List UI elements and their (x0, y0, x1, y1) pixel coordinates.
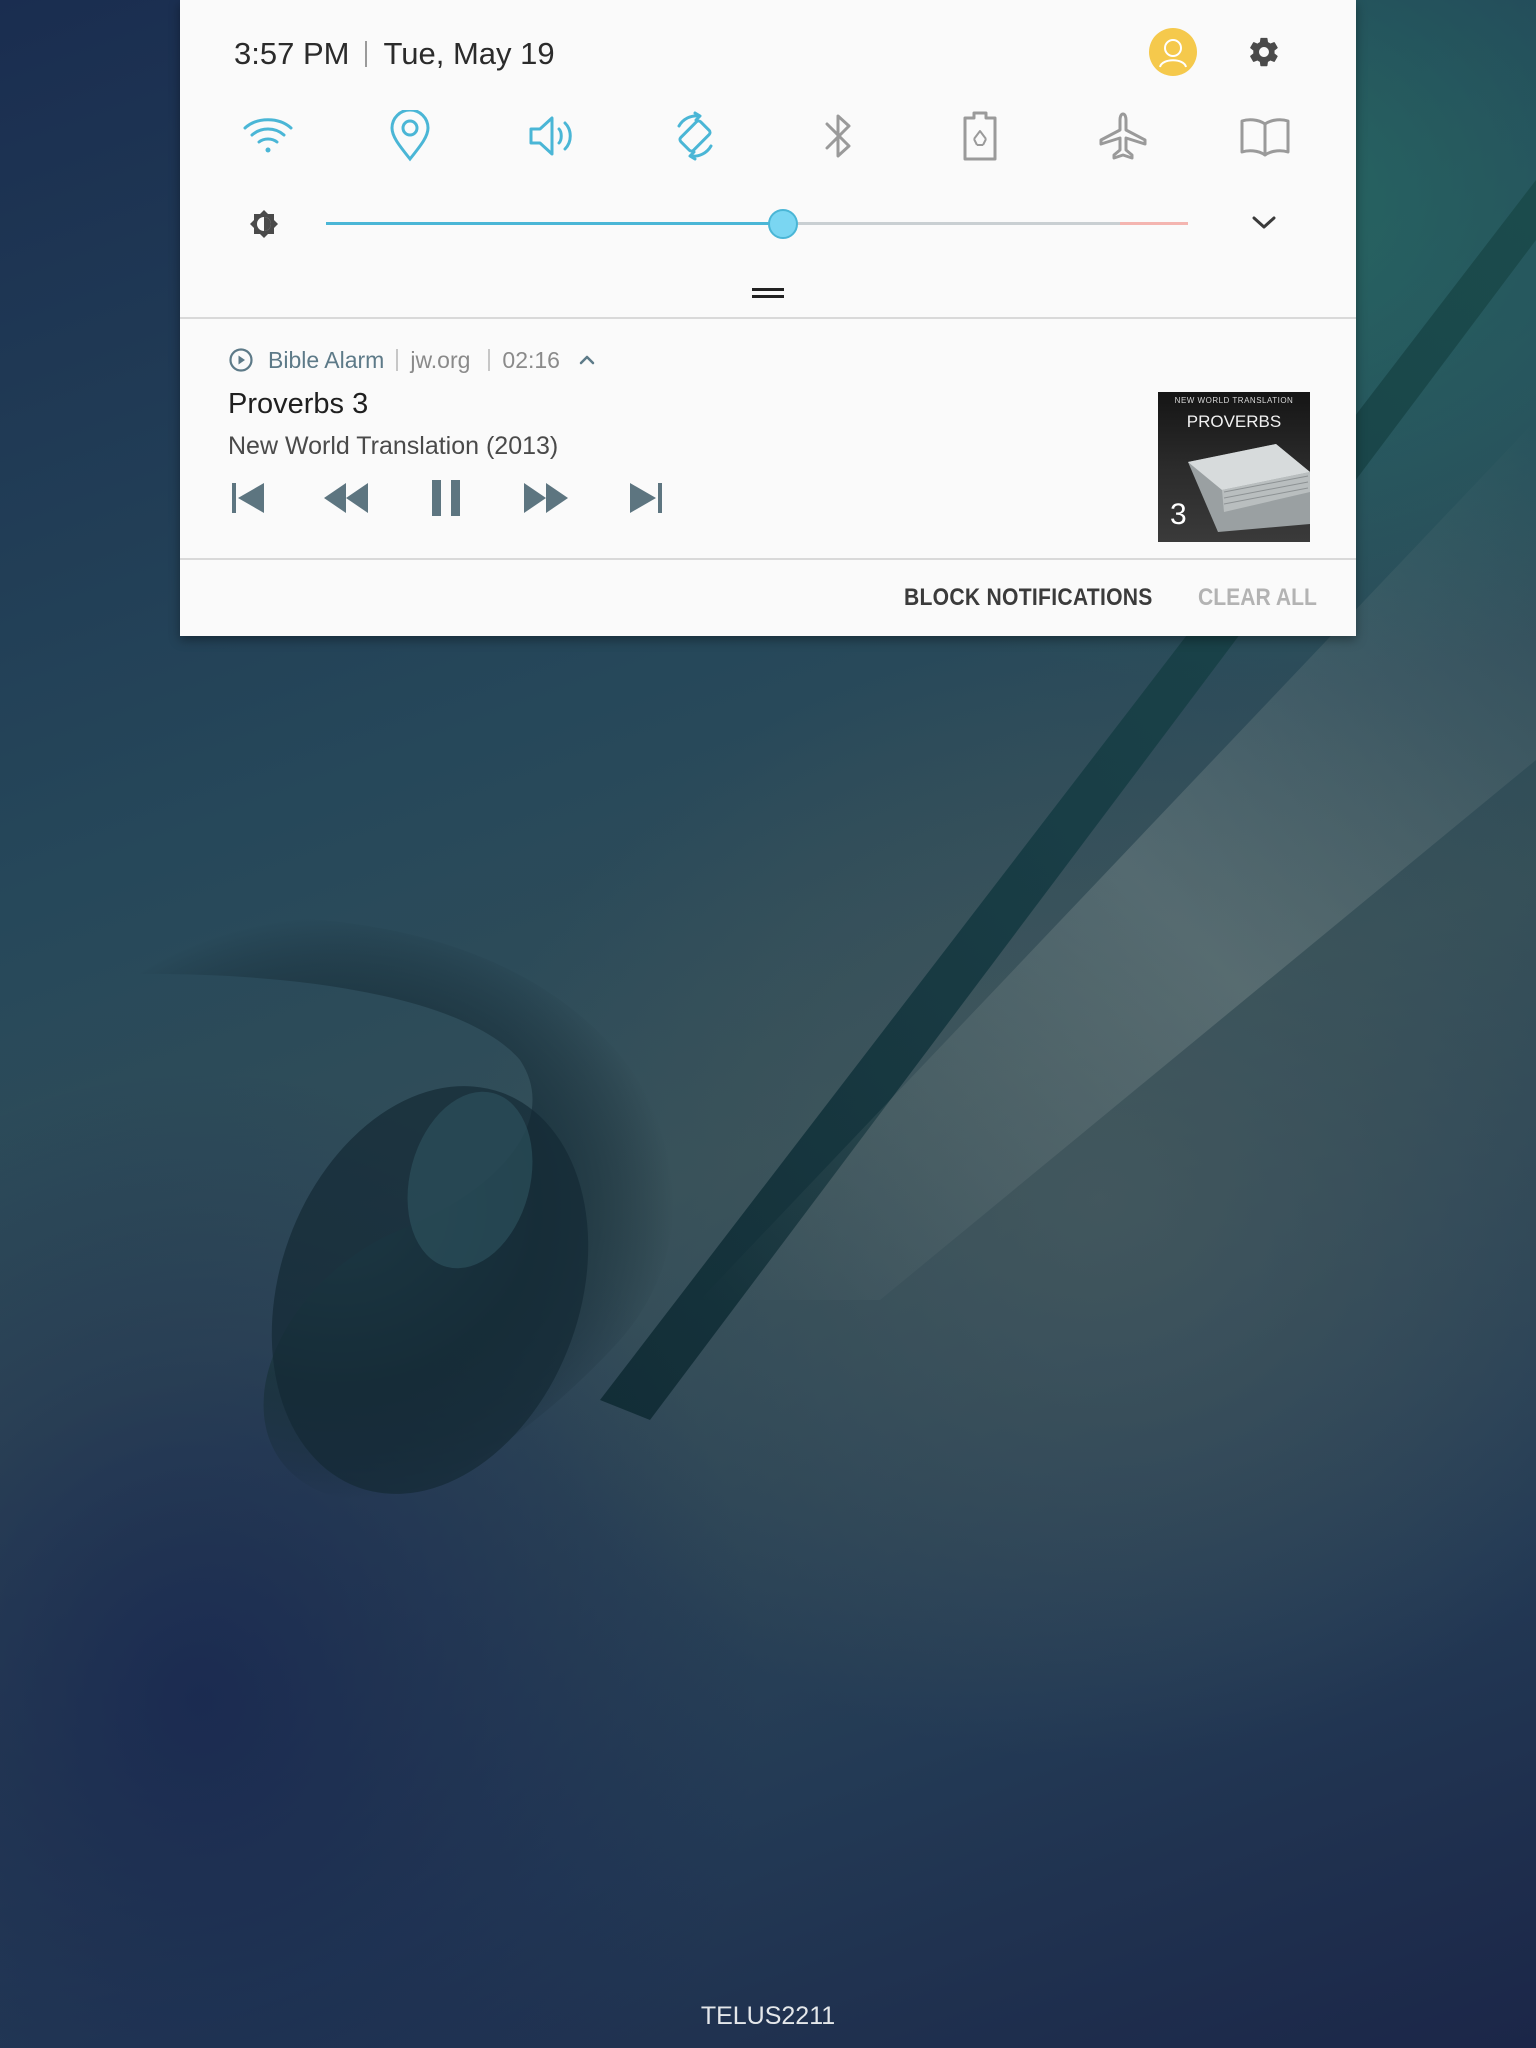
slider-fill (326, 222, 783, 225)
chevron-down-icon[interactable] (1248, 206, 1280, 238)
elapsed-time: 02:16 (502, 346, 560, 373)
media-notification[interactable]: Bible Alarm jw.org 02:16 Proverbs 3 New … (180, 320, 1356, 558)
auto-rotate-icon[interactable] (663, 104, 727, 168)
source-label: jw.org (410, 346, 471, 373)
settings-gear-icon[interactable] (1242, 30, 1286, 74)
carrier-label: TELUS2211 (700, 2002, 836, 2030)
bluetooth-icon[interactable] (806, 104, 870, 168)
rewind-icon[interactable] (322, 476, 370, 520)
album-chapter: 3 (1170, 498, 1187, 531)
pause-icon[interactable] (422, 476, 470, 520)
divider (180, 317, 1356, 319)
quick-settings: 3:57 PM Tue, May 19 (180, 0, 1356, 318)
location-icon[interactable] (378, 104, 442, 168)
block-notifications-button[interactable]: BLOCK NOTIFICATIONS (904, 584, 1153, 612)
airplane-icon[interactable] (1091, 104, 1155, 168)
time-date-separator (365, 41, 368, 67)
slider-thumb[interactable] (767, 209, 798, 239)
notification-actions: BLOCK NOTIFICATIONS CLEAR ALL (180, 560, 1356, 636)
drag-handle[interactable] (752, 288, 784, 300)
book-icon[interactable] (1233, 104, 1297, 168)
brightness-slider[interactable] (326, 209, 1188, 239)
sound-icon[interactable] (521, 104, 585, 168)
clock-time: 3:57 PM (234, 36, 350, 71)
track-title: Proverbs 3 (228, 388, 369, 420)
notification-header: Bible Alarm jw.org 02:16 (228, 344, 598, 376)
skip-next-icon[interactable] (622, 476, 670, 520)
chevron-up-icon[interactable] (578, 350, 598, 370)
header-separator (396, 349, 399, 371)
brightness-icon[interactable] (246, 206, 282, 242)
notification-panel: 3:57 PM Tue, May 19 Bible Alarm jw.org 0… (180, 0, 1356, 636)
app-name: Bible Alarm (268, 346, 385, 373)
album-book: PROVERBS (1186, 412, 1282, 431)
track-subtitle: New World Translation (2013) (228, 432, 559, 460)
wifi-icon[interactable] (236, 104, 300, 168)
slider-warning-zone (1120, 222, 1188, 225)
clear-all-button[interactable]: CLEAR ALL (1198, 584, 1317, 612)
fast-forward-icon[interactable] (522, 476, 570, 520)
user-avatar-icon[interactable] (1149, 28, 1197, 76)
skip-previous-icon[interactable] (224, 476, 272, 520)
power-saving-icon[interactable] (948, 104, 1012, 168)
album-series: NEW WORLD TRANSLATION (1174, 396, 1294, 405)
quick-toggle-row (180, 104, 1356, 168)
clock-date[interactable]: Tue, May 19 (383, 36, 554, 72)
header-separator (488, 349, 491, 371)
album-art: NEW WORLD TRANSLATION PROVERBS 3 (1158, 392, 1310, 542)
play-circle-icon (228, 347, 254, 373)
status-time-date: 3:57 PM Tue, May 19 (234, 34, 555, 74)
